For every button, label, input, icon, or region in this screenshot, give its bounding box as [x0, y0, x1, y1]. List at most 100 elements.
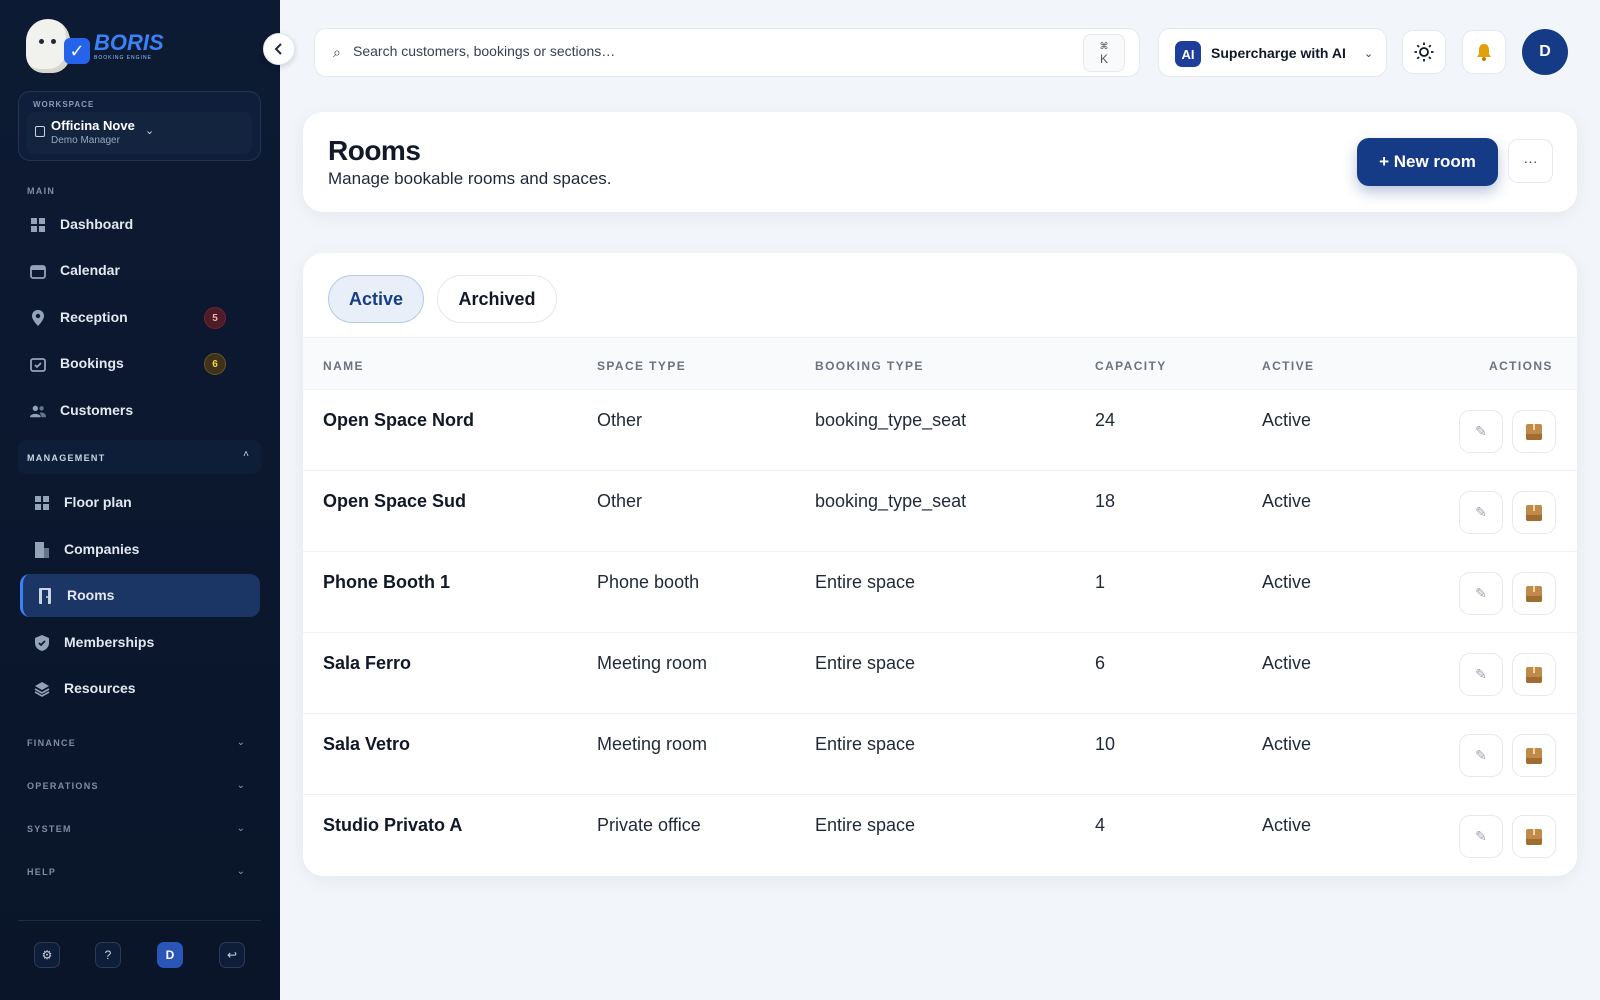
archive-button[interactable]: [1512, 653, 1556, 696]
sidebar-item-floor-plan[interactable]: Floor plan: [20, 481, 260, 524]
table-row[interactable]: Phone Booth 1 Phone booth Entire space 1…: [303, 552, 1577, 633]
edit-button[interactable]: ✎: [1459, 572, 1503, 615]
logout-button[interactable]: ↩: [219, 942, 245, 968]
user-avatar[interactable]: D: [1522, 29, 1568, 75]
collapse-sidebar-button[interactable]: [263, 33, 295, 65]
pencil-icon: ✎: [1475, 585, 1487, 601]
archive-button[interactable]: [1512, 572, 1556, 615]
active-status: Active: [1262, 410, 1312, 430]
archive-button[interactable]: [1512, 734, 1556, 777]
space-type: Meeting room: [597, 734, 708, 754]
sidebar-item-label: Customers: [60, 402, 134, 418]
users-icon: [30, 403, 46, 419]
table-row[interactable]: Sala Ferro Meeting room Entire space 6 A…: [303, 633, 1577, 714]
sidebar-item-rooms[interactable]: Rooms: [20, 574, 260, 617]
tab-active[interactable]: Active: [328, 275, 424, 323]
search-input[interactable]: [353, 43, 1053, 59]
sidebar-item-resources[interactable]: Resources: [20, 667, 260, 710]
section-label-help: HELP: [27, 867, 57, 877]
column-header-space-type: SPACE TYPE: [597, 359, 687, 373]
sidebar-item-label: Reception: [60, 309, 128, 325]
sidebar-item-label: Memberships: [64, 634, 155, 650]
section-toggle-system[interactable]: SYSTEM ⌄: [18, 816, 261, 844]
table-row[interactable]: Studio Privato A Private office Entire s…: [303, 795, 1577, 876]
sidebar-footer-divider: [18, 920, 261, 921]
table-row[interactable]: Open Space Sud Other booking_type_seat 1…: [303, 471, 1577, 552]
chevron-left-icon: [274, 43, 282, 55]
active-status: Active: [1262, 653, 1312, 673]
edit-button[interactable]: ✎: [1459, 815, 1503, 858]
new-room-button[interactable]: + New room: [1357, 138, 1498, 186]
booking-type: Entire space: [815, 653, 916, 673]
theme-toggle-button[interactable]: [1402, 30, 1446, 74]
section-toggle-help[interactable]: HELP ⌄: [18, 859, 261, 887]
sidebar-item-calendar[interactable]: Calendar: [20, 249, 260, 292]
active-status: Active: [1262, 734, 1312, 754]
capacity: 6: [1095, 653, 1106, 673]
section-toggle-finance[interactable]: FINANCE ⌄: [18, 730, 261, 758]
chevron-down-icon: ⌄: [236, 780, 245, 791]
booking-type: booking_type_seat: [815, 491, 967, 511]
global-search[interactable]: ⌕ ⌘ K: [314, 28, 1140, 77]
chevron-down-icon: ⌄: [236, 737, 245, 748]
section-label-operations: OPERATIONS: [27, 781, 99, 791]
more-options-button[interactable]: ···: [1508, 139, 1553, 183]
sidebar-item-label: Resources: [64, 680, 136, 696]
section-toggle-operations[interactable]: OPERATIONS ⌄: [18, 773, 261, 801]
sidebar-item-customers[interactable]: Customers: [20, 389, 260, 432]
chevron-down-icon: ⌄: [145, 125, 155, 137]
table-row[interactable]: Open Space Nord Other booking_type_seat …: [303, 390, 1577, 471]
archive-button[interactable]: [1512, 491, 1556, 534]
reception-count-badge: 5: [204, 307, 226, 329]
space-type: Phone booth: [597, 572, 700, 592]
workspace-select[interactable]: Officina Nove Demo Manager ⌄: [27, 112, 252, 154]
chevron-up-icon: ˄: [243, 449, 249, 460]
tab-archived[interactable]: Archived: [437, 275, 557, 323]
package-icon: [1526, 828, 1542, 845]
edit-button[interactable]: ✎: [1459, 734, 1503, 777]
active-status: Active: [1262, 815, 1312, 835]
package-icon: [1526, 504, 1542, 521]
settings-button[interactable]: ⚙: [34, 942, 60, 968]
booking-type: booking_type_seat: [815, 410, 967, 430]
edit-button[interactable]: ✎: [1459, 653, 1503, 696]
help-button[interactable]: ?: [95, 942, 121, 968]
ai-assistant-button[interactable]: AI Supercharge with AI ⌄: [1158, 28, 1387, 77]
sidebar-item-bookings[interactable]: Bookings 6: [20, 342, 260, 385]
sidebar-item-dashboard[interactable]: Dashboard: [20, 203, 260, 246]
edit-button[interactable]: ✎: [1459, 491, 1503, 534]
space-type: Meeting room: [597, 653, 708, 673]
notifications-button[interactable]: [1462, 30, 1506, 74]
shortcut-key: K: [1099, 52, 1108, 66]
chevron-down-icon: ⌄: [236, 866, 245, 877]
sun-icon: [1414, 42, 1434, 62]
booking-type: Entire space: [815, 572, 916, 592]
brand-logo[interactable]: ✓ BORIS BOOKING ENGINE: [26, 16, 166, 76]
brand-tagline: BOOKING ENGINE: [94, 54, 152, 61]
package-icon: [1526, 423, 1542, 440]
room-name: Phone Booth 1: [323, 572, 450, 592]
page-subtitle: Manage bookable rooms and spaces.: [328, 169, 612, 188]
column-header-actions: ACTIONS: [1489, 359, 1553, 373]
section-label-system: SYSTEM: [27, 824, 72, 834]
room-name: Sala Vetro: [323, 734, 411, 754]
archive-button[interactable]: [1512, 410, 1556, 453]
map-pin-icon: [30, 310, 46, 326]
ai-label: Supercharge with AI: [1211, 45, 1346, 61]
layout-icon: [34, 495, 50, 511]
sidebar-item-companies[interactable]: Companies: [20, 528, 260, 571]
pencil-icon: ✎: [1475, 747, 1487, 763]
edit-button[interactable]: ✎: [1459, 410, 1503, 453]
management-section-toggle[interactable]: MANAGEMENT ˄: [18, 440, 261, 474]
sidebar-item-reception[interactable]: Reception 5: [20, 296, 260, 339]
calendar-check-icon: [30, 356, 46, 372]
grid-icon: [30, 217, 46, 233]
sidebar-item-label: Calendar: [60, 262, 120, 278]
building-icon: [35, 126, 45, 137]
table-row[interactable]: Sala Vetro Meeting room Entire space 10 …: [303, 714, 1577, 795]
sidebar-item-label: Rooms: [67, 587, 115, 603]
sidebar-avatar[interactable]: D: [157, 942, 183, 968]
sidebar-item-memberships[interactable]: Memberships: [20, 621, 260, 664]
archive-button[interactable]: [1512, 815, 1556, 858]
workspace-label: WORKSPACE: [33, 100, 95, 109]
